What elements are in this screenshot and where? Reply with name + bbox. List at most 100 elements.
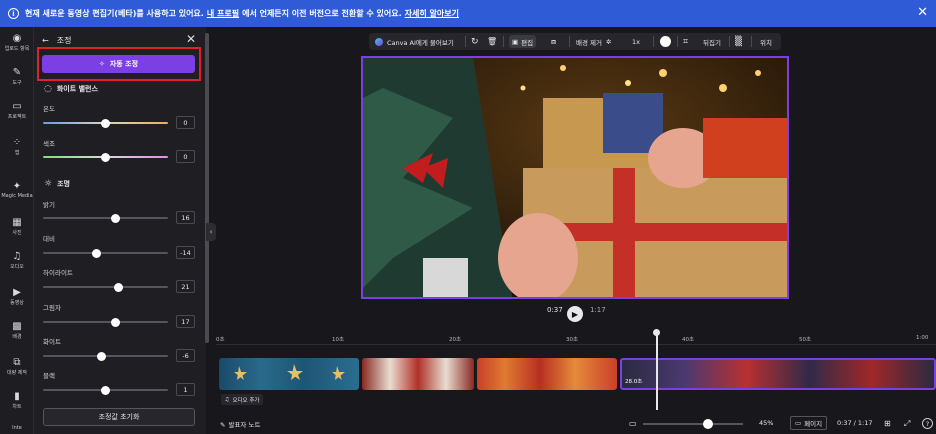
sun-icon: ☼ <box>44 179 53 189</box>
ask-canva-ai-button[interactable]: Canva AI에게 물어보기 <box>375 33 454 50</box>
sync-icon[interactable]: ↻ <box>471 33 479 50</box>
tint-slider[interactable] <box>43 152 168 162</box>
page-label: 페이지 <box>804 420 823 428</box>
banner-text-mid: 에서 언제든지 이전 버전으로 전환할 수 있어요. <box>242 9 402 18</box>
rail-label: Inte <box>12 425 22 431</box>
brightness-value[interactable]: 16 <box>176 211 195 224</box>
brightness-slider[interactable] <box>43 213 168 223</box>
blacks-slider[interactable] <box>43 385 168 395</box>
rail-item-video[interactable]: ▶ 동영상 <box>0 287 34 306</box>
transparency-icon[interactable]: ▒ <box>735 33 742 50</box>
rail-item-audio[interactable]: ♫ 오디오 <box>0 251 34 270</box>
rail-item-uploads[interactable]: ◉ 업로드 항목 <box>0 33 34 52</box>
edit-button[interactable]: ▣ 편집 <box>509 35 537 48</box>
slider-label: 색조 <box>43 140 55 148</box>
color-swatch[interactable] <box>660 33 671 50</box>
flip-button[interactable]: 뒤집기 <box>703 33 721 50</box>
slider-knob[interactable] <box>703 419 713 429</box>
music-icon: ♫ <box>12 251 22 262</box>
video-track: 28.0초 <box>219 358 936 390</box>
slider-knob[interactable] <box>101 385 110 395</box>
trash-icon[interactable]: 🗑 <box>487 33 497 50</box>
shadows-value[interactable]: 17 <box>176 315 195 328</box>
video-clip[interactable] <box>362 358 474 390</box>
back-arrow-icon[interactable]: ← <box>42 36 49 45</box>
ask-label: Canva AI에게 물어보기 <box>387 38 454 47</box>
slider-knob[interactable] <box>113 282 123 292</box>
rail-label: 차트 <box>12 404 22 410</box>
slider-knob[interactable] <box>101 118 110 128</box>
split-icon[interactable]: ⧈ <box>551 33 556 50</box>
tint-value[interactable]: 0 <box>176 150 195 163</box>
christmas-gift-video-frame <box>363 58 787 297</box>
speed-button[interactable]: 1x <box>632 33 640 50</box>
close-icon[interactable]: ✕ <box>186 32 196 46</box>
page-view-button[interactable]: ▭ 페이지 <box>790 416 828 430</box>
temperature-value[interactable]: 0 <box>176 116 195 129</box>
slider-knob[interactable] <box>111 213 120 223</box>
slider-knob[interactable] <box>97 351 107 361</box>
video-clip[interactable] <box>219 358 359 390</box>
canva-ai-icon <box>375 37 383 46</box>
video-preview[interactable] <box>361 56 789 299</box>
position-button[interactable]: 위치 <box>760 33 772 50</box>
learn-more-link[interactable]: 자세히 알아보기 <box>405 8 459 19</box>
contrast-slider[interactable] <box>43 248 168 258</box>
bg-remove-button[interactable]: 배경 제거 ✲ <box>576 33 611 50</box>
presenter-notes-button[interactable]: ✎ 발표자 노트 <box>220 419 260 429</box>
rail-item-tools[interactable]: ✎ 도구 <box>0 67 34 86</box>
rail-item-magic-media[interactable]: ✦ Magic Media <box>0 181 34 199</box>
reset-adjustments-button[interactable]: 조정값 초기화 <box>43 408 195 426</box>
rail-item-photos[interactable]: ▦ 사진 <box>0 217 34 236</box>
notes-icon: ✎ <box>220 421 226 429</box>
crop-icon[interactable]: ⌗ <box>683 33 688 50</box>
white-balance-heading: ◌ 화이트 밸런스 <box>44 84 98 94</box>
slider-knob[interactable] <box>111 317 120 327</box>
shadows-slider[interactable] <box>43 317 168 327</box>
rail-item-apps[interactable]: ⁘ 앱 <box>0 137 34 156</box>
edit-label: 편집 <box>521 38 534 47</box>
zoom-level[interactable]: 45% <box>759 419 773 427</box>
rail-item-bulk-create[interactable]: ⧉ 대량 제작 <box>0 357 34 376</box>
panel-scrollbar[interactable] <box>205 33 209 343</box>
crown-icon: ✲ <box>606 37 612 46</box>
close-icon[interactable]: ✕ <box>917 5 928 20</box>
slider-label: 블랙 <box>43 372 55 380</box>
collapse-panel-icon[interactable]: ‹ <box>206 223 216 241</box>
fullscreen-icon[interactable]: ⤢ <box>904 419 910 429</box>
slider-knob[interactable] <box>101 152 110 162</box>
slider-knob[interactable] <box>92 248 102 258</box>
divider <box>751 36 752 47</box>
contrast-value[interactable]: -14 <box>176 246 195 259</box>
timeline-icon[interactable]: ▭ <box>629 419 637 428</box>
help-icon[interactable]: ? <box>922 418 933 429</box>
rail-label: 사진 <box>12 230 22 236</box>
temperature-slider[interactable] <box>43 118 168 128</box>
highlights-value[interactable]: 21 <box>176 280 195 293</box>
zoom-slider[interactable] <box>643 419 743 429</box>
highlights-slider[interactable] <box>43 282 168 292</box>
timeline-ruler[interactable]: 0초 10초 20초 30초 40초 50초 1:00 <box>216 333 936 345</box>
profile-link[interactable]: 내 프로필 <box>207 8 239 19</box>
rail-item-projects[interactable]: ▭ 프로젝트 <box>0 101 34 120</box>
ruler-tick: 20초 <box>449 337 462 343</box>
rail-label: 도구 <box>12 80 22 86</box>
folder-icon: ▭ <box>12 101 22 112</box>
whites-slider[interactable] <box>43 351 168 361</box>
video-clip[interactable] <box>477 358 617 390</box>
blacks-value[interactable]: 1 <box>176 383 195 396</box>
rail-label: 프로젝트 <box>7 114 27 120</box>
rail-item-more[interactable]: Inte <box>0 425 34 431</box>
video-clip-selected[interactable]: 28.0초 <box>620 358 936 390</box>
auto-adjust-button[interactable]: ✧ 자동 조정 <box>42 55 195 73</box>
left-rail: ◉ 업로드 항목 ✎ 도구 ▭ 프로젝트 ⁘ 앱 ✦ Magic Media ▦ 사진 ♫ 오… <box>0 27 34 434</box>
rail-item-charts[interactable]: ▮ 차트 <box>0 391 34 410</box>
add-audio-label: 오디오 추가 <box>232 397 260 404</box>
rail-item-background[interactable]: ▩ 배경 <box>0 321 34 340</box>
grid-icon[interactable]: ⊞ <box>884 419 891 428</box>
add-audio-button[interactable]: ♫ 오디오 추가 <box>221 394 263 405</box>
play-button[interactable]: ▶ <box>567 306 583 322</box>
playhead[interactable] <box>653 329 659 410</box>
divider <box>569 36 570 47</box>
whites-value[interactable]: -6 <box>176 349 195 362</box>
